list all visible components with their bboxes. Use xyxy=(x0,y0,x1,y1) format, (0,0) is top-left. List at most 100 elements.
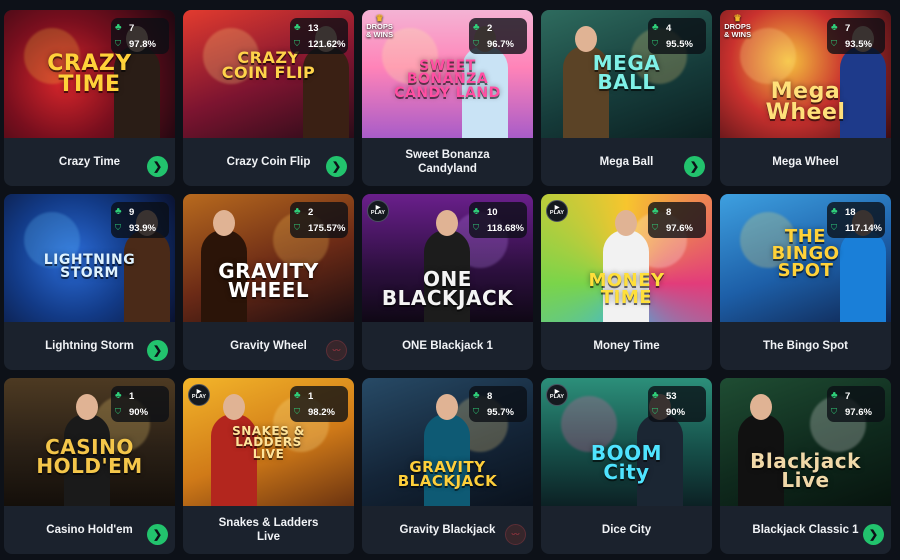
presenter-head xyxy=(615,210,637,236)
game-thumbnail[interactable]: MEGA BALL ♣ 4 ⛉ 95.5% xyxy=(541,10,712,138)
game-title[interactable]: Money Time xyxy=(541,322,712,370)
game-thumbnail[interactable]: BOOM City ▶ PLAY ♣ 53 ⛉ 90% xyxy=(541,378,712,506)
game-card[interactable]: BOOM City ▶ PLAY ♣ 53 ⛉ 90% Dice City xyxy=(541,378,712,554)
game-title[interactable]: Dice City xyxy=(541,506,712,554)
rtp-icon: ⛉ xyxy=(473,39,479,48)
game-card[interactable]: LIGHTNING STORM ♣ 9 ⛉ 93.9% Lightning Storm ❯ xyxy=(4,194,175,370)
rtp-icon: ⛉ xyxy=(831,223,837,232)
game-thumbnail[interactable]: CRAZY TIME ♣ 7 ⛉ 97.8% xyxy=(4,10,175,138)
rtp-value: 121.62% xyxy=(308,38,346,50)
rtp-value: 118.68% xyxy=(487,222,524,234)
game-thumbnail[interactable]: LIGHTNING STORM ♣ 9 ⛉ 93.9% xyxy=(4,194,175,322)
game-thumbnail[interactable]: Mega Wheel ♛ DROPS & WINS ♣ 7 ⛉ 93.5% xyxy=(720,10,891,138)
game-card[interactable]: SNAKES & LADDERS LIVE ▶ PLAY ♣ 1 ⛉ 98.2% Snakes &… xyxy=(183,378,354,554)
presenter-head xyxy=(436,210,458,236)
arrow-right-icon[interactable]: ❯ xyxy=(147,524,168,545)
drops-wins-badge: ♛ DROPS & WINS xyxy=(724,13,752,40)
people-icon: ♣ xyxy=(473,206,480,217)
game-title[interactable]: Sweet Bonanza Candyland xyxy=(362,138,533,186)
people-icon: ♣ xyxy=(473,22,480,33)
presenter-head xyxy=(750,394,772,420)
people-icon: ♣ xyxy=(115,206,122,217)
player-count: 10 xyxy=(487,206,498,218)
game-thumbnail[interactable]: GRAVITY WHEEL ♣ 2 ⛉ 175.57% xyxy=(183,194,354,322)
game-stats: ♣ 13 ⛉ 121.62% xyxy=(290,18,348,54)
player-count: 8 xyxy=(487,390,493,402)
game-card[interactable]: CRAZY TIME ♣ 7 ⛉ 97.8% Crazy Time ❯ xyxy=(4,10,175,186)
rtp-value: 95.7% xyxy=(487,406,514,418)
game-logo: MEGA BALL xyxy=(592,51,661,94)
game-thumbnail[interactable]: CASINO HOLD'EM ♣ 1 ⛉ 90% xyxy=(4,378,175,506)
game-card[interactable]: ONE BLACKJACK ▶ PLAY ♣ 10 ⛉ 118.68% ONE Blackjac… xyxy=(362,194,533,370)
game-logo: BOOM City xyxy=(590,441,663,484)
game-title[interactable]: ONE Blackjack 1 xyxy=(362,322,533,370)
game-stats: ♣ 7 ⛉ 97.6% xyxy=(827,386,885,422)
game-logo: CASINO HOLD'EM xyxy=(36,435,143,478)
game-logo: SNAKES & LADDERS LIVE xyxy=(232,424,305,461)
rtp-value: 97.8% xyxy=(129,38,156,50)
player-count: 13 xyxy=(308,22,319,34)
rtp-value: 93.5% xyxy=(845,38,872,50)
game-stats: ♣ 4 ⛉ 95.5% xyxy=(648,18,706,54)
game-card[interactable]: MONEY TIME ▶ PLAY ♣ 8 ⛉ 97.6% Money Time xyxy=(541,194,712,370)
game-card[interactable]: SWEET BONANZA CANDY LAND ♛ DROPS & WINS ♣ 2 ⛉ 96.… xyxy=(362,10,533,186)
arrow-right-icon[interactable]: ❯ xyxy=(863,524,884,545)
game-thumbnail[interactable]: THE BINGO SPOT ♣ 18 ⛉ 117.14% xyxy=(720,194,891,322)
drops-wins-badge: ♛ DROPS & WINS xyxy=(366,13,393,39)
game-thumbnail[interactable]: Blackjack Live ♣ 7 ⛉ 97.6% xyxy=(720,378,891,506)
player-count: 7 xyxy=(845,390,851,402)
play-badge: ▶ PLAY xyxy=(367,200,389,222)
game-card[interactable]: GRAVITY WHEEL ♣ 2 ⛉ 175.57% Gravity Wheel 〰 xyxy=(183,194,354,370)
arrow-right-icon[interactable]: ❯ xyxy=(147,340,168,361)
game-thumbnail[interactable]: SNAKES & LADDERS LIVE ▶ PLAY ♣ 1 ⛉ 98.2% xyxy=(183,378,354,506)
rtp-icon: ⛉ xyxy=(652,407,658,416)
game-card[interactable]: Mega Wheel ♛ DROPS & WINS ♣ 7 ⛉ 93.5% Mega Wheel xyxy=(720,10,891,186)
play-badge-label: PLAY xyxy=(191,394,207,400)
game-card[interactable]: GRAVITY BLACKJACK ♣ 8 ⛉ 95.7% Gravity Blackjac… xyxy=(362,378,533,554)
presenter-head xyxy=(436,394,458,420)
game-logo: LIGHTNING STORM xyxy=(43,252,136,282)
presenter-head xyxy=(76,394,98,420)
player-count: 7 xyxy=(845,22,851,34)
game-card[interactable]: CASINO HOLD'EM ♣ 1 ⛉ 90% Casino Hold'em ❯ xyxy=(4,378,175,554)
rtp-icon: ⛉ xyxy=(831,407,837,416)
people-icon: ♣ xyxy=(831,22,838,33)
game-title[interactable]: The Bingo Spot xyxy=(720,322,891,370)
rtp-icon: ⛉ xyxy=(294,223,300,232)
arrow-right-icon[interactable]: ❯ xyxy=(326,156,347,177)
game-thumbnail[interactable]: CRAZY COIN FLIP ♣ 13 ⛉ 121.62% xyxy=(183,10,354,138)
game-stats: ♣ 18 ⛉ 117.14% xyxy=(827,202,885,238)
game-thumbnail[interactable]: ONE BLACKJACK ▶ PLAY ♣ 10 ⛉ 118.68% xyxy=(362,194,533,322)
people-icon: ♣ xyxy=(831,390,838,401)
arrow-right-icon[interactable]: ❯ xyxy=(684,156,705,177)
game-title[interactable]: Snakes & Ladders Live xyxy=(183,506,354,554)
rtp-value: 96.7% xyxy=(487,38,514,50)
game-thumbnail[interactable]: MONEY TIME ▶ PLAY ♣ 8 ⛉ 97.6% xyxy=(541,194,712,322)
game-stats: ♣ 1 ⛉ 90% xyxy=(111,386,169,422)
rtp-icon: ⛉ xyxy=(652,39,658,48)
player-count: 7 xyxy=(129,22,135,34)
game-stats: ♣ 8 ⛉ 95.7% xyxy=(469,386,527,422)
game-title[interactable]: Mega Wheel xyxy=(720,138,891,186)
rtp-value: 90% xyxy=(129,406,149,418)
game-logo: Mega Wheel xyxy=(765,79,846,125)
player-count: 18 xyxy=(845,206,856,218)
play-badge: ▶ PLAY xyxy=(546,200,568,222)
drops-wins-label: & WINS xyxy=(724,30,752,40)
game-stats: ♣ 53 ⛉ 90% xyxy=(648,386,706,422)
people-icon: ♣ xyxy=(652,390,659,401)
game-card[interactable]: THE BINGO SPOT ♣ 18 ⛉ 117.14% The Bingo Spot xyxy=(720,194,891,370)
rtp-icon: ⛉ xyxy=(652,223,658,232)
game-thumbnail[interactable]: SWEET BONANZA CANDY LAND ♛ DROPS & WINS ♣ 2 ⛉ 96.… xyxy=(362,10,533,138)
arrow-right-icon[interactable]: ❯ xyxy=(147,156,168,177)
rtp-icon: ⛉ xyxy=(115,407,121,416)
people-icon: ♣ xyxy=(115,22,122,33)
rtp-icon: ⛉ xyxy=(831,39,837,48)
game-card[interactable]: Blackjack Live ♣ 7 ⛉ 97.6% Blackjack Classic 1… xyxy=(720,378,891,554)
play-badge-label: PLAY xyxy=(370,210,386,216)
game-card[interactable]: CRAZY COIN FLIP ♣ 13 ⛉ 121.62% Crazy Coin Flip… xyxy=(183,10,354,186)
game-thumbnail[interactable]: GRAVITY BLACKJACK ♣ 8 ⛉ 95.7% xyxy=(362,378,533,506)
game-card[interactable]: MEGA BALL ♣ 4 ⛉ 95.5% Mega Ball ❯ xyxy=(541,10,712,186)
rtp-icon: ⛉ xyxy=(473,223,479,232)
player-count: 9 xyxy=(129,206,135,218)
